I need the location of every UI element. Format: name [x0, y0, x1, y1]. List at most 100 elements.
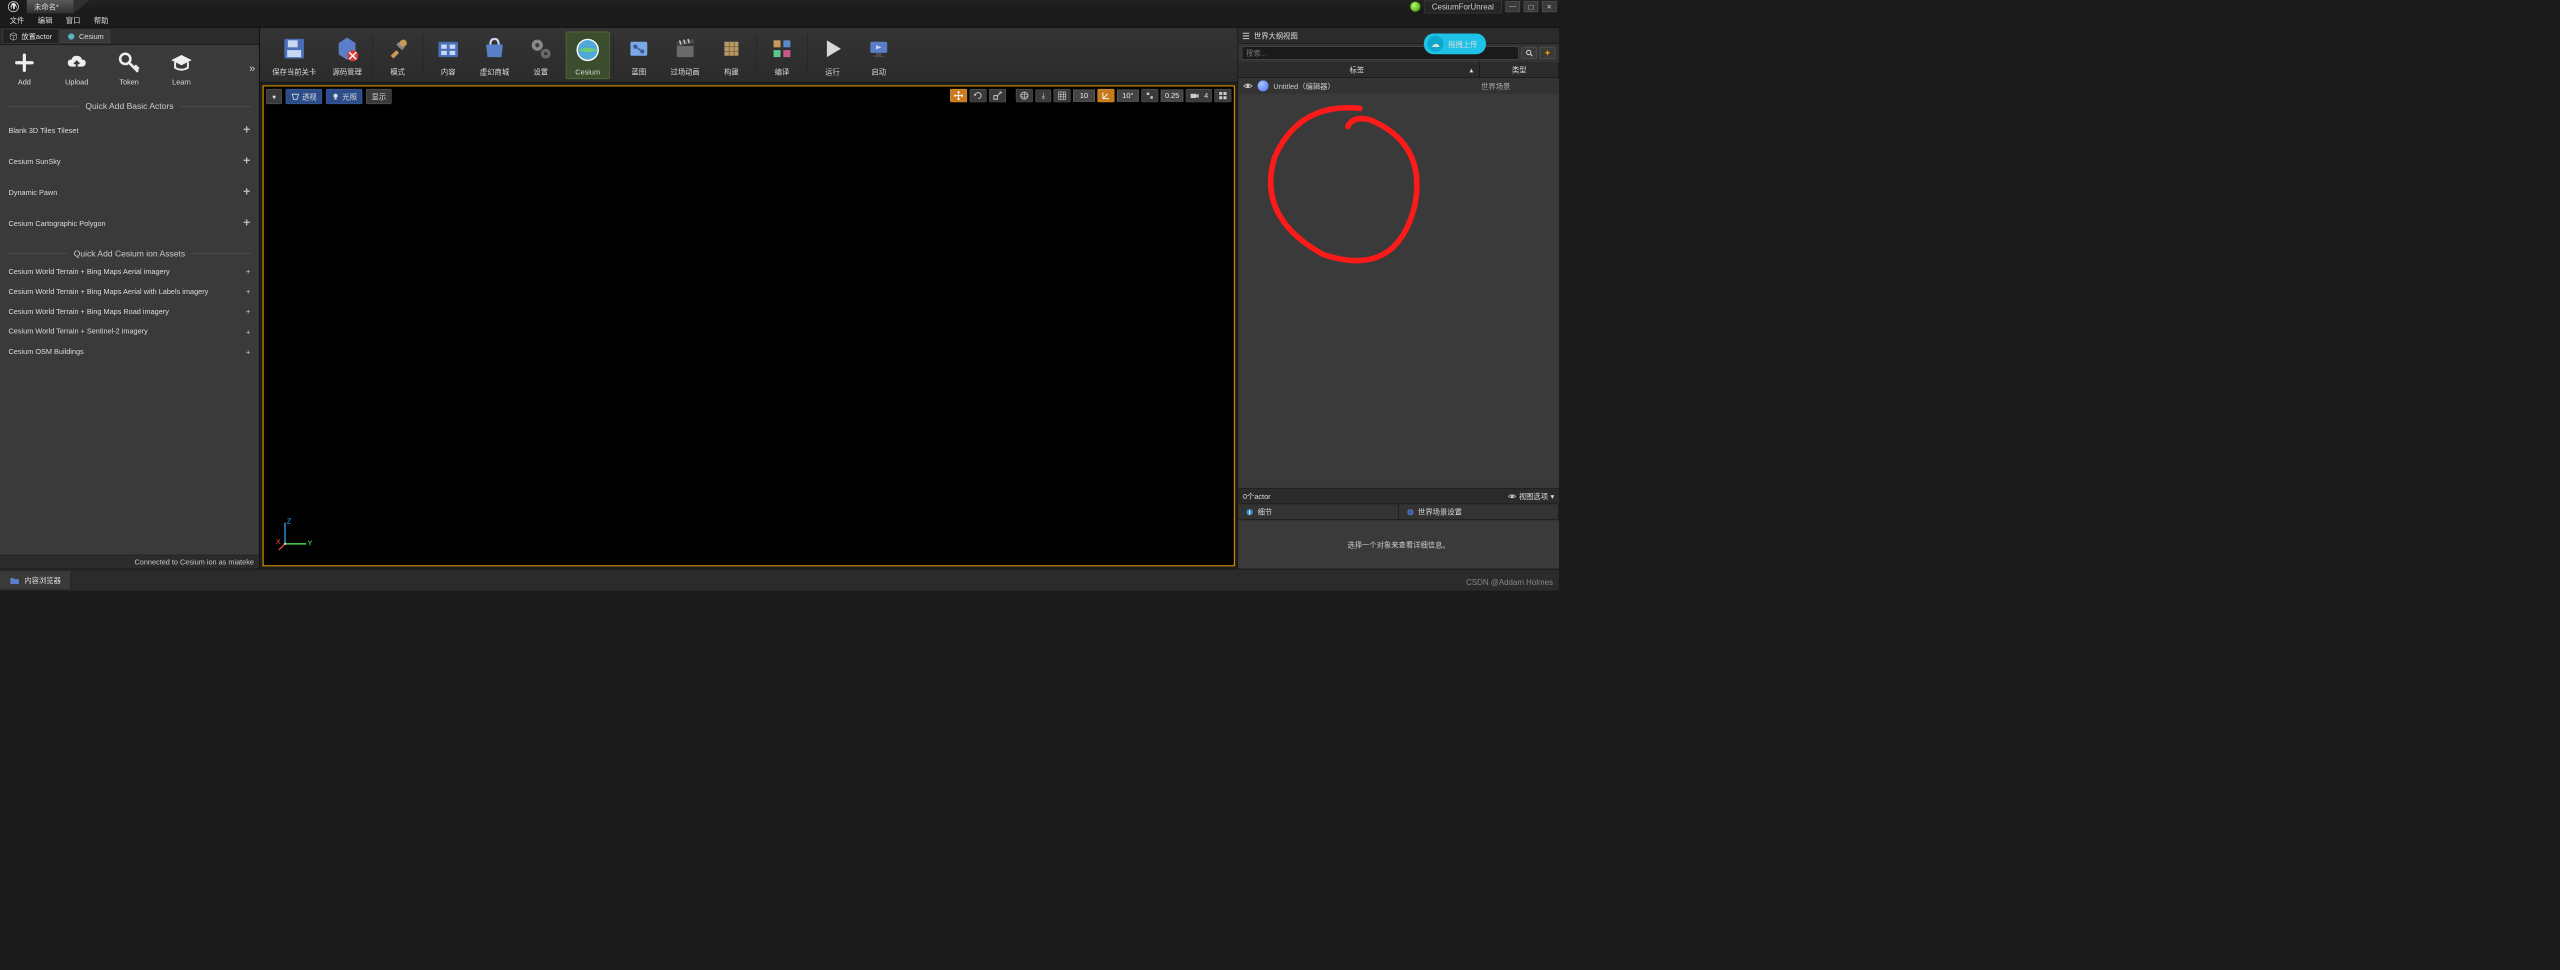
cube-icon — [9, 32, 18, 41]
transform-rotate-button[interactable] — [969, 89, 986, 102]
angle-snap-value[interactable]: 10° — [1117, 90, 1139, 102]
menu-help[interactable]: 帮助 — [88, 13, 115, 27]
launch-button[interactable]: 启动 — [857, 31, 900, 79]
asset-terrain-aerial[interactable]: Cesium World Terrain + Bing Maps Aerial … — [0, 262, 259, 282]
actor-cesium-sunsky[interactable]: Cesium SunSky+ — [0, 146, 259, 177]
asset-terrain-road[interactable]: Cesium World Terrain + Bing Maps Road im… — [0, 302, 259, 322]
document-tab[interactable]: 未命名* — [27, 0, 74, 13]
cesium-add-button[interactable]: Add — [4, 50, 45, 87]
source-control-status-icon[interactable] — [1411, 2, 1421, 12]
blueprints-button[interactable]: 蓝图 — [618, 31, 661, 79]
world-outliner-tab[interactable]: 世界大纲视图 — [1242, 30, 1556, 40]
view-options-button[interactable]: 视图选项▾ — [1508, 491, 1554, 501]
compile-icon — [768, 35, 796, 63]
scale-snap-button[interactable] — [1141, 89, 1158, 102]
camera-speed-button[interactable]: 4 — [1186, 89, 1212, 102]
transform-move-button[interactable] — [950, 89, 967, 102]
details-empty-message: 选择一个对象来查看详细信息。 — [1238, 520, 1559, 569]
tab-world-settings[interactable]: 世界场景设置 — [1399, 504, 1559, 519]
grid-snap-value[interactable]: 10 — [1073, 90, 1095, 102]
cesium-token-button[interactable]: Token — [108, 50, 149, 87]
world-icon — [1258, 80, 1269, 91]
level-viewport[interactable]: ▾ 透视 光照 显示 ⤓ — [262, 85, 1235, 566]
cesium-globe-icon — [574, 36, 602, 64]
plus-icon: + — [246, 328, 250, 337]
cloud-upload-icon — [64, 50, 90, 76]
cloud-icon: ☁ — [1427, 36, 1443, 52]
svg-text:Z: Z — [287, 517, 292, 526]
blueprint-icon — [625, 35, 653, 63]
world-settings-icon — [1406, 508, 1415, 517]
actor-cartographic-polygon[interactable]: Cesium Cartographic Polygon+ — [0, 208, 259, 239]
save-icon — [280, 35, 308, 63]
play-icon — [819, 35, 847, 63]
cesium-learn-button[interactable]: Learn — [161, 50, 202, 87]
surface-snap-button[interactable]: ⤓ — [1035, 89, 1051, 102]
view-perspective-button[interactable]: 透视 — [286, 89, 323, 104]
asset-osm-buildings[interactable]: Cesium OSM Buildings+ — [0, 342, 259, 362]
actor-blank-3d-tiles[interactable]: Blank 3D Tiles Tileset+ — [0, 114, 259, 145]
scale-icon — [993, 91, 1003, 101]
coordinate-space-button[interactable] — [1016, 89, 1033, 102]
column-label[interactable]: 标签▴ — [1238, 62, 1480, 77]
main-toolbar: 保存当前关卡 源码管理 模式 内容 虚幻商城 设置 Cesium 蓝图 过场动画… — [260, 28, 1237, 83]
view-show-button[interactable]: 显示 — [366, 89, 392, 104]
graduation-cap-icon — [169, 50, 195, 76]
tab-place-actor[interactable]: 放置actor — [2, 29, 58, 44]
compile-button[interactable]: 编译 — [761, 31, 804, 79]
lightbulb-icon — [331, 92, 340, 101]
content-browser-tab[interactable]: 内容浏览器 — [0, 571, 71, 589]
tab-details[interactable]: i 细节 — [1238, 504, 1398, 519]
angle-icon — [1101, 91, 1111, 101]
search-button[interactable] — [1521, 47, 1537, 59]
save-button[interactable]: 保存当前关卡 — [266, 31, 322, 79]
asset-terrain-aerial-labels[interactable]: Cesium World Terrain + Bing Maps Aerial … — [0, 282, 259, 302]
axis-gizmo-icon: Z Y X — [276, 516, 313, 553]
maximize-button[interactable]: ▢ — [1524, 1, 1539, 12]
svg-text:Y: Y — [308, 539, 313, 548]
product-title: CesiumForUnreal — [1424, 0, 1502, 13]
plus-icon: + — [246, 308, 250, 317]
upload-badge[interactable]: ☁ 拖拽上传 — [1424, 33, 1486, 54]
cinematics-button[interactable]: 过场动画 — [664, 31, 707, 79]
outliner-row-world[interactable]: Untitled（编辑器） 世界场景 — [1238, 78, 1559, 94]
settings-button[interactable]: 设置 — [519, 31, 562, 79]
scale-snap-value[interactable]: 0.25 — [1161, 90, 1184, 102]
content-button[interactable]: 内容 — [427, 31, 470, 79]
info-icon: i — [1245, 508, 1254, 517]
transform-scale-button[interactable] — [989, 89, 1006, 102]
modes-button[interactable]: 模式 — [376, 31, 419, 79]
menu-window[interactable]: 窗口 — [60, 13, 87, 27]
asset-terrain-sentinel2[interactable]: Cesium World Terrain + Sentinel-2 imager… — [0, 322, 259, 342]
plus-icon: + — [243, 123, 250, 137]
annotation-circle — [1250, 96, 1427, 273]
left-sidebar: 放置actor Cesium Add Upload Tok — [0, 28, 259, 569]
column-type[interactable]: 类型 — [1480, 62, 1559, 77]
grid-snap-button[interactable] — [1054, 89, 1071, 102]
add-filter-button[interactable]: ✦ — [1540, 47, 1556, 59]
viewport-options-button[interactable]: ▾ — [266, 89, 282, 104]
content-browser-bar: 内容浏览器 — [0, 569, 1559, 591]
cesium-upload-button[interactable]: Upload — [56, 50, 97, 87]
viewport-layout-button[interactable] — [1214, 89, 1231, 102]
menu-file[interactable]: 文件 — [4, 13, 31, 27]
tab-cesium[interactable]: Cesium — [60, 30, 110, 43]
plus-icon: + — [243, 154, 250, 168]
view-lit-button[interactable]: 光照 — [326, 89, 363, 104]
close-button[interactable]: ✕ — [1542, 1, 1557, 12]
rotate-icon — [973, 91, 983, 101]
source-control-button[interactable]: 源码管理 — [326, 31, 369, 79]
play-button[interactable]: 运行 — [811, 31, 854, 79]
marketplace-button[interactable]: 虚幻商城 — [473, 31, 516, 79]
cesium-button[interactable]: Cesium — [566, 31, 610, 79]
outliner-body[interactable]: Untitled（编辑器） 世界场景 — [1238, 78, 1559, 488]
menu-edit[interactable]: 编辑 — [32, 13, 59, 27]
clapperboard-icon — [671, 35, 699, 63]
visibility-icon[interactable] — [1243, 81, 1253, 91]
expand-toggle-icon[interactable]: » — [249, 62, 255, 75]
build-button[interactable]: 构建 — [710, 31, 753, 79]
list-icon — [1242, 31, 1251, 40]
minimize-button[interactable]: — — [1505, 1, 1520, 12]
angle-snap-button[interactable] — [1097, 89, 1114, 102]
actor-dynamic-pawn[interactable]: Dynamic Pawn+ — [0, 177, 259, 208]
